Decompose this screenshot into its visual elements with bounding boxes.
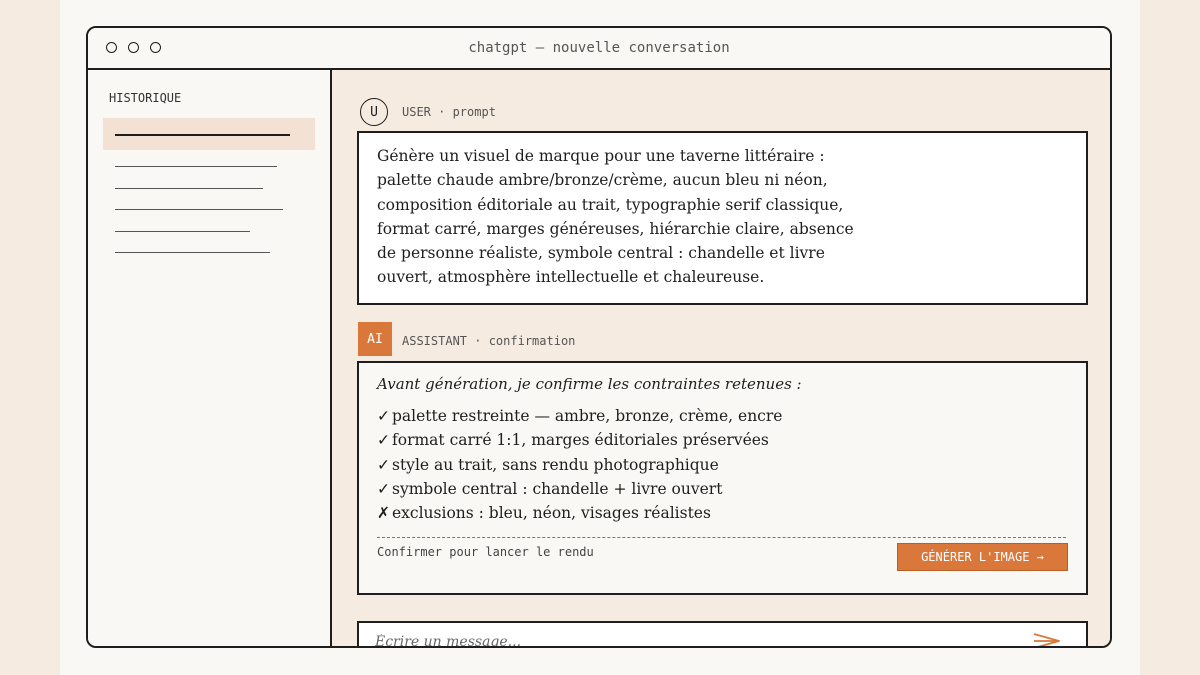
- assistant-role-label: ASSISTANT · confirmation: [402, 334, 576, 348]
- history-item-placeholder-line: [115, 134, 290, 136]
- sidebar: HISTORIQUE: [88, 70, 332, 646]
- app-window: chatgpt — nouvelle conversation HISTORIQ…: [86, 26, 1112, 648]
- history-item[interactable]: [115, 209, 283, 210]
- window-title: chatgpt — nouvelle conversation: [468, 40, 730, 56]
- constraint-item: ✓ format carré 1:1, marges éditoriales pr…: [377, 428, 1068, 452]
- sidebar-heading: HISTORIQUE: [109, 91, 182, 105]
- history-item[interactable]: [115, 188, 263, 189]
- constraint-text: style au trait, sans rendu photographiqu…: [392, 455, 719, 474]
- user-role-label: USER · prompt: [402, 105, 496, 119]
- assistant-message: Avant génération, je confirme les contra…: [357, 361, 1088, 595]
- user-avatar: U: [360, 98, 388, 126]
- message-line: palette chaude ambre/bronze/crème, aucun…: [377, 171, 828, 190]
- constraint-item: ✓ style au trait, sans rendu photographiq…: [377, 453, 1068, 477]
- message-line: de personne réaliste, symbole central : …: [377, 244, 825, 263]
- constraint-text: symbole central : chandelle + livre ouve…: [392, 479, 723, 498]
- message-composer: [357, 621, 1088, 648]
- message-line: ouvert, atmosphère intellectuelle et cha…: [377, 268, 765, 287]
- history-item[interactable]: [115, 166, 277, 167]
- message-line: composition éditoriale au trait, typogra…: [377, 195, 844, 214]
- history-item[interactable]: [115, 231, 250, 232]
- generate-image-button[interactable]: GÉNÉRER L'IMAGE →: [897, 543, 1068, 571]
- constraint-item: ✗ exclusions : bleu, néon, visages réalis…: [377, 501, 1068, 525]
- send-arrow-icon[interactable]: [1032, 631, 1062, 648]
- constraint-text: palette restreinte — ambre, bronze, crèm…: [392, 407, 783, 425]
- constraint-text: format carré 1:1, marges éditoriales pré…: [392, 431, 769, 450]
- cross-icon: ✗: [377, 504, 390, 523]
- assistant-intro: Avant génération, je confirme les contra…: [377, 375, 802, 393]
- checkmark-icon: ✓: [377, 455, 390, 474]
- message-line: Génère un visuel de marque pour une tave…: [377, 147, 825, 165]
- checkmark-icon: ✓: [377, 431, 390, 450]
- checkmark-icon: ✓: [377, 407, 390, 425]
- message-line: format carré, marges généreuses, hiérarc…: [377, 219, 854, 238]
- constraint-item: ✓ symbole central : chandelle + livre ouv…: [377, 477, 1068, 501]
- dashed-divider: [377, 537, 1066, 538]
- message-input[interactable]: [373, 630, 997, 646]
- constraint-text: exclusions : bleu, néon, visages réalist…: [392, 504, 711, 523]
- history-item-active[interactable]: [103, 118, 315, 150]
- title-bar: chatgpt — nouvelle conversation: [88, 28, 1110, 70]
- history-item[interactable]: [115, 252, 270, 253]
- assistant-avatar: AI: [358, 322, 392, 356]
- checkmark-icon: ✓: [377, 479, 390, 498]
- constraint-item: ✓ palette restreinte — ambre, bronze, crè…: [377, 404, 1068, 428]
- chat-panel: U USER · prompt Génère un visuel de marq…: [332, 70, 1110, 646]
- user-message: Génère un visuel de marque pour une tave…: [357, 131, 1088, 305]
- confirm-hint: Confirmer pour lancer le rendu: [377, 545, 594, 559]
